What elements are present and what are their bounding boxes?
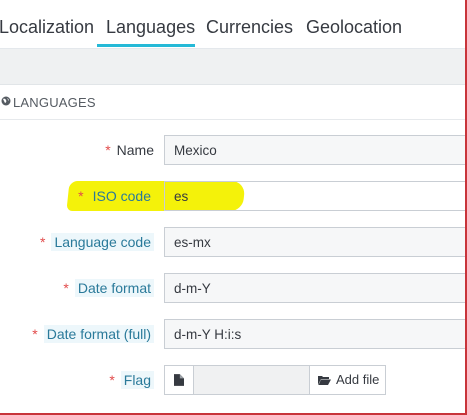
active-tab-indicator (97, 44, 195, 47)
tab-bar: Localization Languages Currencies Geoloc… (0, 0, 465, 49)
date-format-input[interactable]: d-m-Y (164, 273, 467, 303)
date-format-full-label: * Date format (full) (32, 325, 154, 343)
iso-code-label-text: ISO code (92, 188, 151, 204)
add-file-button[interactable]: Add file (309, 365, 386, 395)
flag-file-field[interactable] (194, 365, 310, 395)
required-marker: * (78, 188, 84, 204)
date-format-row: * Date format d-m-Y (0, 273, 467, 305)
date-format-label-text: Date format (74, 279, 154, 297)
flag-label: * Flag (109, 371, 154, 389)
folder-open-icon (318, 376, 331, 385)
date-format-full-label-text: Date format (full) (43, 325, 154, 343)
required-marker: * (63, 280, 69, 296)
required-marker: * (109, 372, 115, 388)
language-code-input[interactable]: es-mx (164, 227, 467, 257)
name-label: * Name (105, 142, 154, 158)
name-label-text: Name (116, 142, 154, 158)
name-row: * Name Mexico (0, 135, 467, 167)
required-marker: * (40, 234, 46, 250)
required-marker: * (105, 142, 111, 158)
date-format-full-input[interactable]: d-m-Y H:i:s (164, 319, 467, 349)
iso-code-input[interactable]: es (164, 181, 467, 211)
toolbar-band (0, 49, 465, 85)
tab-localization[interactable]: Localization (0, 17, 94, 38)
file-icon-box (164, 365, 194, 395)
tab-geolocation[interactable]: Geolocation (306, 17, 402, 38)
tab-languages[interactable]: Languages (106, 17, 195, 38)
file-icon (174, 374, 184, 386)
iso-code-label: * ISO code (78, 188, 154, 204)
required-marker: * (32, 326, 38, 342)
add-file-label: Add file (336, 372, 380, 387)
flag-label-text: Flag (120, 371, 154, 389)
date-format-full-row: * Date format (full) d-m-Y H:i:s (0, 319, 467, 351)
tab-currencies[interactable]: Currencies (206, 17, 293, 38)
flag-row: * Flag Add file (0, 365, 465, 397)
name-input[interactable]: Mexico (164, 135, 467, 165)
date-format-label: * Date format (63, 279, 154, 297)
language-code-row: * Language code es-mx (0, 227, 467, 259)
language-code-label: * Language code (40, 233, 154, 251)
panel-title: LANGUAGES (13, 95, 96, 110)
language-code-label-text: Language code (51, 233, 154, 251)
iso-code-row: * ISO code es (0, 181, 467, 213)
globe-icon (1, 96, 11, 106)
panel-header: LANGUAGES (0, 85, 465, 120)
